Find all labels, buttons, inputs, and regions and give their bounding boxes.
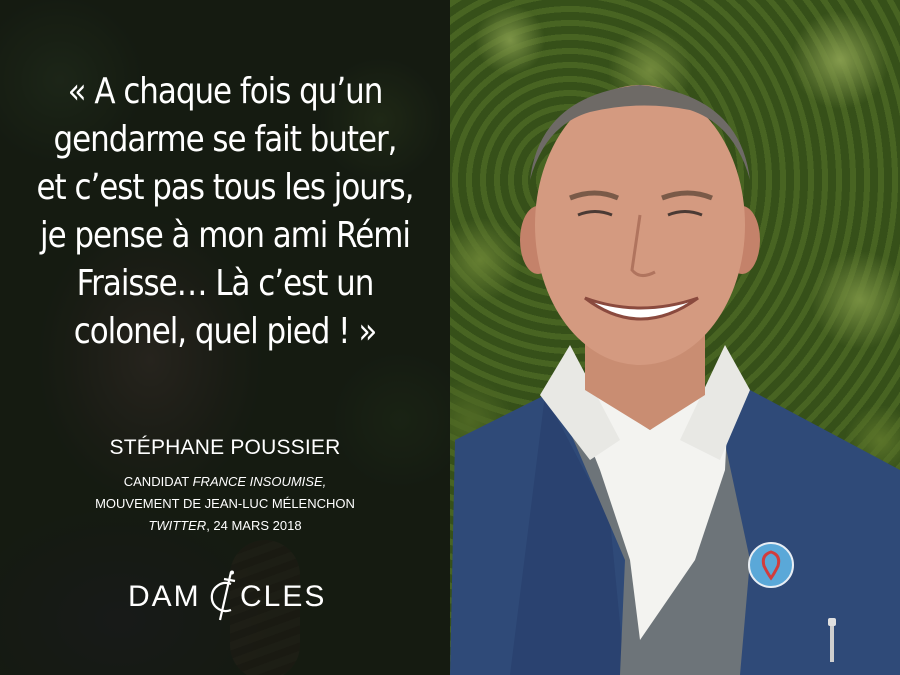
- sword-logo-icon: [210, 570, 236, 621]
- role-prefix: CANDIDAT: [123, 474, 193, 489]
- quote-panel: « A chaque fois qu’un gendarme se fait b…: [0, 0, 450, 675]
- logo-text-left: DAM: [128, 580, 201, 613]
- quote-line: je pense à mon ami Rémi: [40, 215, 411, 256]
- source-platform: TWITTER: [148, 518, 207, 533]
- role-party: FRANCE INSOUMISE,: [192, 474, 327, 489]
- quote-line: colonel, quel pied ! »: [73, 311, 378, 352]
- graphic-canvas: « A chaque fois qu’un gendarme se fait b…: [0, 0, 900, 675]
- quote-text: « A chaque fois qu’un gendarme se fait b…: [32, 68, 419, 356]
- logo-text-right: CLES: [240, 580, 327, 613]
- damocles-logo: DAM CLES: [128, 570, 328, 621]
- quote-line: gendarme se fait buter,: [53, 119, 398, 160]
- quote-source: TWITTER, 24 MARS 2018: [0, 518, 450, 533]
- author-role: CANDIDAT FRANCE INSOUMISE,: [0, 474, 450, 489]
- author-movement: MOUVEMENT DE JEAN-LUC MÉLENCHON: [95, 496, 355, 511]
- author-name: STÉPHANE POUSSIER: [109, 436, 341, 459]
- portrait-photo: [450, 0, 900, 675]
- source-date: , 24 MARS 2018: [206, 518, 302, 533]
- pocket-pen: [830, 622, 834, 662]
- quote-line: Fraisse… Là c’est un: [76, 263, 375, 304]
- man-portrait: [450, 85, 900, 675]
- quote-line: et c’est pas tous les jours,: [36, 167, 415, 208]
- quote-line: « A chaque fois qu’un: [67, 71, 384, 112]
